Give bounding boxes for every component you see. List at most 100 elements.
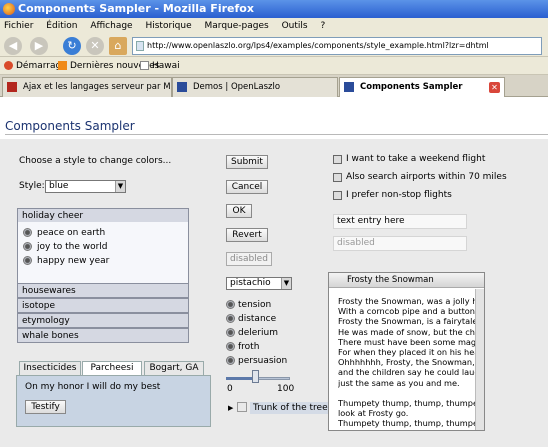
slider-min-label: 0 xyxy=(227,384,233,394)
frosty-window[interactable]: Frosty the Snowman Frosty the Snowman, w… xyxy=(328,272,485,431)
button-label: OK xyxy=(232,206,246,216)
window-title-bar: Components Sampler - Mozilla Firefox xyxy=(0,0,548,18)
browser-tab-strip: Ajax et les langages serveur par Maxi...… xyxy=(0,75,548,98)
radio-label: happy new year xyxy=(37,256,110,266)
menu-edition[interactable]: Édition xyxy=(46,21,77,31)
disabled-field-value: disabled xyxy=(337,238,375,248)
page-icon xyxy=(140,61,149,70)
menu-marque-pages[interactable]: Marque-pages xyxy=(205,21,269,31)
back-icon[interactable]: ◀ xyxy=(4,37,22,55)
choose-style-label: Choose a style to change colors... xyxy=(19,156,172,166)
radio-delerium[interactable] xyxy=(226,328,235,337)
url-text: http://www.openlaszlo.org/lps4/examples/… xyxy=(147,41,489,50)
radio-label: tension xyxy=(238,300,272,310)
button-label: disabled xyxy=(230,254,268,264)
tab-label: Parcheesi xyxy=(90,363,134,373)
window-title-bar[interactable]: Frosty the Snowman xyxy=(329,273,484,288)
menu-outils[interactable]: Outils xyxy=(282,21,308,31)
radio-label: joy to the world xyxy=(37,242,108,252)
browser-tab-demos[interactable]: Demos | OpenLaszlo xyxy=(172,77,338,97)
radio-label: persuasion xyxy=(238,356,288,366)
menu-affichage[interactable]: Affichage xyxy=(90,21,132,31)
window-scrollbar[interactable] xyxy=(475,289,484,430)
submit-button[interactable]: Submit xyxy=(226,155,268,169)
accordion-header-housewares[interactable]: housewares xyxy=(17,283,189,298)
accordion-header-holiday-cheer[interactable]: holiday cheer xyxy=(17,208,189,223)
tab-parcheesi[interactable]: Parcheesi xyxy=(82,361,142,376)
accordion-header-label: holiday cheer xyxy=(22,211,84,221)
site-icon xyxy=(177,82,187,92)
window-text: Frosty the Snowman, was a jolly hap With… xyxy=(338,296,475,428)
browser-tab-components-sampler[interactable]: Components Sampler ✕ xyxy=(339,77,505,98)
radio-label: delerium xyxy=(238,328,278,338)
close-tab-icon[interactable]: ✕ xyxy=(489,82,500,93)
accordion-header-label: isotope xyxy=(22,301,55,311)
chevron-down-icon: ▼ xyxy=(115,181,125,192)
title-divider xyxy=(5,134,548,135)
accordion-header-isotope[interactable]: isotope xyxy=(17,298,189,313)
radio-peace-on-earth[interactable] xyxy=(23,228,32,237)
radio-distance[interactable] xyxy=(226,314,235,323)
folder-icon xyxy=(237,402,247,412)
radio-tension[interactable] xyxy=(226,300,235,309)
cancel-button[interactable]: Cancel xyxy=(226,180,268,194)
slider-max-label: 100 xyxy=(277,384,295,394)
window-title: Frosty the Snowman xyxy=(347,275,434,285)
revert-button[interactable]: Revert xyxy=(226,228,268,242)
reload-icon[interactable]: ↻ xyxy=(63,37,81,55)
combobox-value: pistachio xyxy=(230,278,271,288)
radio-joy-to-the-world[interactable] xyxy=(23,242,32,251)
slider-fill xyxy=(226,377,255,380)
tab-label: Ajax et les langages serveur par Maxi... xyxy=(23,82,171,92)
style-select[interactable]: blue ▼ xyxy=(45,180,126,193)
button-label: Testify xyxy=(31,402,60,412)
menu-help[interactable]: ? xyxy=(320,21,325,31)
bookmark-hawai[interactable]: Hawai xyxy=(140,57,180,75)
site-icon xyxy=(344,82,354,92)
checkbox-weekend-flight[interactable] xyxy=(333,155,342,164)
forward-icon[interactable]: ▶ xyxy=(30,37,48,55)
ok-button[interactable]: OK xyxy=(226,204,252,218)
accordion-header-label: etymology xyxy=(22,316,70,326)
page-title: Components Sampler xyxy=(5,119,135,133)
radio-persuasion[interactable] xyxy=(226,356,235,365)
page-icon xyxy=(136,41,144,51)
rss-icon xyxy=(58,61,67,70)
slider-thumb[interactable] xyxy=(252,370,259,383)
tab-insecticides[interactable]: Insecticides xyxy=(19,361,81,375)
button-label: Submit xyxy=(231,157,263,167)
text-entry-value: text entry here xyxy=(337,216,405,226)
tab-panel-text: On my honor I will do my best xyxy=(25,382,161,392)
browser-tab-ajax[interactable]: Ajax et les langages serveur par Maxi... xyxy=(2,77,172,97)
navigation-toolbar: ◀ ▶ ↻ ✕ ⌂ http://www.openlaszlo.org/lps4… xyxy=(0,35,548,57)
url-bar[interactable]: http://www.openlaszlo.org/lps4/examples/… xyxy=(132,37,542,55)
accordion-header-whale-bones[interactable]: whale bones xyxy=(17,328,189,343)
bookmark-icon xyxy=(4,61,13,70)
accordion-header-etymology[interactable]: etymology xyxy=(17,313,189,328)
testify-button[interactable]: Testify xyxy=(25,400,66,414)
style-label: Style: xyxy=(19,181,45,191)
text-entry-field[interactable]: text entry here xyxy=(333,214,467,229)
menu-historique[interactable]: Historique xyxy=(145,21,191,31)
radio-froth[interactable] xyxy=(226,342,235,351)
tab-bogart-ga[interactable]: Bogart, GA xyxy=(144,361,204,375)
home-icon[interactable]: ⌂ xyxy=(109,37,127,55)
tab-label: Demos | OpenLaszlo xyxy=(193,82,281,92)
radio-happy-new-year[interactable] xyxy=(23,256,32,265)
window-title: Components Sampler - Mozilla Firefox xyxy=(18,2,254,15)
checkbox-label: I prefer non-stop flights xyxy=(346,190,452,200)
tree-node-label[interactable]: Trunk of the tree xyxy=(250,402,331,414)
site-icon xyxy=(7,82,17,92)
tree-expand-icon[interactable]: ▶ xyxy=(228,404,233,412)
button-label: Cancel xyxy=(231,182,263,192)
menu-bar: Fichier Édition Affichage Historique Mar… xyxy=(0,18,548,35)
tab-label: Components Sampler xyxy=(360,82,463,92)
menu-fichier[interactable]: Fichier xyxy=(4,21,33,31)
checkbox-search-airports[interactable] xyxy=(333,173,342,182)
accordion-header-label: whale bones xyxy=(22,331,79,341)
style-select-value: blue xyxy=(49,181,69,191)
stop-icon[interactable]: ✕ xyxy=(86,37,104,55)
checkbox-non-stop[interactable] xyxy=(333,191,342,200)
radio-label: peace on earth xyxy=(37,228,106,238)
pistachio-combobox[interactable]: pistachio ▼ xyxy=(226,277,292,290)
